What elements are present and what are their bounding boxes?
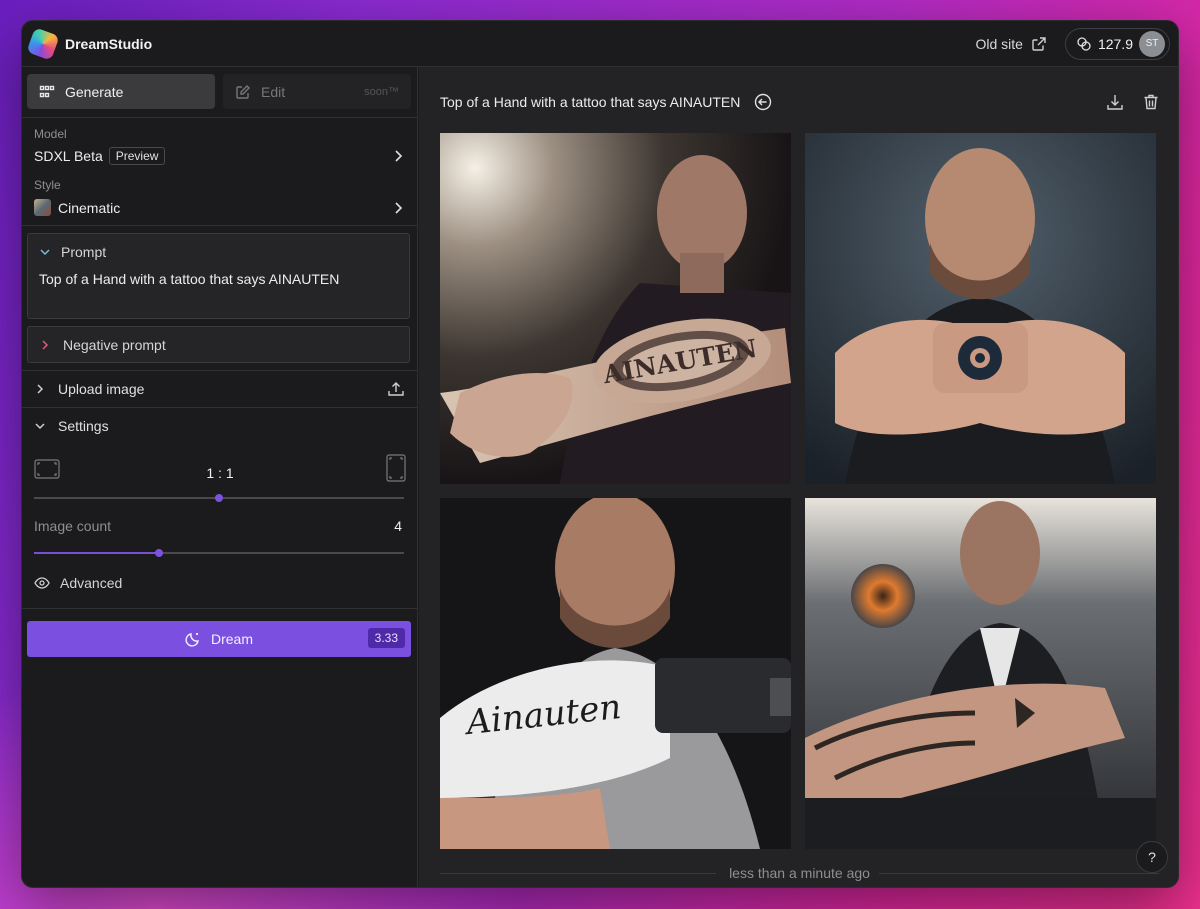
settings-label: Settings xyxy=(58,418,109,434)
top-bar: DreamStudio Old site 127.9 ST xyxy=(22,21,1178,67)
model-style-section: Model SDXL Beta Preview Style Cinematic xyxy=(22,118,417,225)
settings-header[interactable]: Settings xyxy=(22,408,417,444)
chevron-right-icon xyxy=(391,201,405,215)
divider xyxy=(22,225,417,226)
prompt-label: Prompt xyxy=(61,244,107,260)
style-select[interactable]: Cinematic xyxy=(34,199,405,216)
app-window: DreamStudio Old site 127.9 ST Generate E… xyxy=(21,20,1179,888)
edit-icon xyxy=(235,84,251,100)
moon-icon xyxy=(185,631,201,647)
model-label: Model xyxy=(34,127,67,141)
cinematic-thumbnail xyxy=(34,199,51,216)
chevron-right-icon xyxy=(34,383,46,395)
chevron-down-icon xyxy=(39,246,51,258)
tab-generate[interactable]: Generate xyxy=(27,74,215,109)
coins-icon xyxy=(1076,36,1092,52)
image-count-thumb[interactable] xyxy=(155,549,163,557)
prompt-header[interactable]: Prompt xyxy=(39,244,398,260)
reuse-prompt-icon[interactable] xyxy=(754,93,772,111)
aspect-ratio-control: 1 : 1 xyxy=(22,452,417,514)
results-header: Top of a Hand with a tattoo that says AI… xyxy=(440,93,772,111)
old-site-label: Old site xyxy=(975,35,1023,52)
style-label: Style xyxy=(34,178,61,192)
portrait-ratio-icon[interactable] xyxy=(386,454,406,482)
generated-image[interactable]: AINAUTEN xyxy=(440,133,791,484)
aspect-ratio-thumb[interactable] xyxy=(215,494,223,502)
tab-generate-label: Generate xyxy=(65,83,124,100)
generated-image[interactable] xyxy=(805,498,1156,849)
trash-icon[interactable] xyxy=(1142,93,1160,111)
old-site-link[interactable]: Old site xyxy=(975,36,1046,52)
help-button[interactable]: ? xyxy=(1136,841,1168,873)
model-value: SDXL Beta xyxy=(34,148,103,164)
image-count-control: Image count 4 xyxy=(22,514,417,558)
app-name: DreamStudio xyxy=(65,35,153,52)
eye-icon xyxy=(34,575,50,591)
tab-edit-label: Edit xyxy=(261,83,286,100)
dreamstudio-logo-icon[interactable] xyxy=(26,26,60,61)
image-count-value: 4 xyxy=(394,518,402,534)
upload-icon[interactable] xyxy=(387,380,405,398)
tab-edit[interactable]: Edit soon™ xyxy=(223,74,411,109)
dream-label: Dream xyxy=(210,631,253,647)
sidebar: Generate Edit soon™ Model SDXL Beta Prev… xyxy=(22,67,418,887)
results-title: Top of a Hand with a tattoo that says AI… xyxy=(440,94,741,110)
dream-button[interactable]: Dream 3.33 xyxy=(27,621,411,657)
preview-badge: Preview xyxy=(108,147,166,165)
model-select[interactable]: SDXL Beta Preview xyxy=(34,147,405,165)
prompt-panel[interactable]: Prompt Top of a Hand with a tattoo that … xyxy=(27,233,410,319)
soon-badge: soon™ xyxy=(364,85,399,98)
negative-prompt-label: Negative prompt xyxy=(63,336,166,353)
credits-button[interactable]: 127.9 ST xyxy=(1064,27,1170,60)
image-count-label: Image count xyxy=(34,518,112,534)
divider xyxy=(22,608,417,609)
results-actions xyxy=(1106,93,1160,111)
upload-image-label: Upload image xyxy=(58,381,145,397)
external-link-icon xyxy=(1031,36,1047,52)
negative-prompt-panel[interactable]: Negative prompt xyxy=(27,326,410,363)
results-panel: Top of a Hand with a tattoo that says AI… xyxy=(419,67,1178,887)
credits-balance: 127.9 xyxy=(1097,35,1133,52)
advanced-label: Advanced xyxy=(60,575,123,591)
image-grid: AINAUTEN Ainauten xyxy=(440,133,1157,849)
generated-image[interactable] xyxy=(805,133,1156,484)
aspect-ratio-value: 1 : 1 xyxy=(206,465,234,481)
avatar[interactable]: ST xyxy=(1139,30,1165,57)
mode-tabs: Generate Edit soon™ xyxy=(22,67,417,118)
chevron-right-icon xyxy=(391,149,405,163)
download-icon[interactable] xyxy=(1106,93,1124,111)
advanced-toggle[interactable]: Advanced xyxy=(22,564,417,602)
generated-image[interactable]: Ainauten xyxy=(440,498,791,849)
chevron-down-icon xyxy=(34,420,46,432)
upload-image-row[interactable]: Upload image xyxy=(22,371,417,407)
dream-cost-badge: 3.33 xyxy=(367,628,405,648)
style-value: Cinematic xyxy=(58,199,121,216)
prompt-input[interactable]: Top of a Hand with a tattoo that says AI… xyxy=(39,271,398,287)
generation-timestamp: less than a minute ago xyxy=(729,865,870,881)
chevron-right-icon xyxy=(39,339,51,351)
image-count-fill xyxy=(34,552,159,554)
grid-icon xyxy=(39,84,55,100)
